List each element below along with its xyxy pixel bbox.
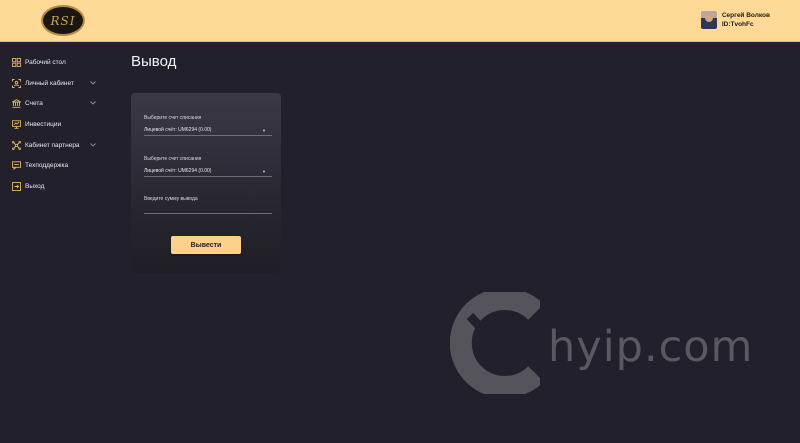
logo-monogram: RSI xyxy=(50,13,76,28)
sidebar-item-label: Инвестиции xyxy=(25,120,62,128)
user-focus-icon xyxy=(12,78,21,88)
page-title: Вывод xyxy=(131,53,177,70)
source-account-label: Выберите счет списания xyxy=(144,115,202,121)
sidebar-item-label: Личный кабинет xyxy=(25,79,74,87)
source-account-select[interactable]: Лицевой счёт: UM6294 (0.00) ▼ xyxy=(144,126,272,136)
monitor-chart-icon xyxy=(12,120,21,129)
sidebar-nav: Рабочий стол Личный кабинет Счета Инвест… xyxy=(0,52,110,197)
sidebar-item-logout[interactable]: Выход xyxy=(0,176,110,197)
user-info: Сергей Волков ID:TvohFc xyxy=(722,11,770,29)
sidebar-item-dashboard[interactable]: Рабочий стол xyxy=(0,52,110,73)
logout-icon xyxy=(12,182,21,191)
dropdown-caret-icon: ▼ xyxy=(262,128,266,133)
withdraw-form-card: Выберите счет списания Лицевой счёт: UM6… xyxy=(131,93,281,273)
user-name: Сергей Волков xyxy=(721,12,770,19)
chevron-down-icon[interactable] xyxy=(90,142,98,149)
target-account-label: Выберите счет списания xyxy=(144,156,202,162)
support-chat-icon xyxy=(12,161,21,171)
target-account-value: Лицевой счёт: UM6294 (0.00) xyxy=(144,168,212,174)
network-icon xyxy=(12,140,21,150)
source-account-value: Лицевой счёт: UM6294 (0.00) xyxy=(144,127,212,133)
sidebar-item-partner-cabinet[interactable]: Кабинет партнера xyxy=(0,135,110,156)
dashboard-grid-icon xyxy=(12,57,21,67)
sidebar-item-investments[interactable]: Инвестиции xyxy=(0,114,110,135)
sidebar-item-personal-account[interactable]: Личный кабинет xyxy=(0,73,110,94)
sidebar-item-label: Рабочий стол xyxy=(25,58,66,66)
sidebar-item-label: Техподдержка xyxy=(25,162,69,170)
top-header-bar: RSI Сергей Волков ID:TvohFc xyxy=(0,0,800,42)
sidebar-item-label: Кабинет партнера xyxy=(25,141,80,149)
withdraw-button[interactable]: Вывести xyxy=(171,236,241,254)
bank-icon xyxy=(12,99,21,108)
hyip-watermark-text: hyip.com xyxy=(548,322,754,372)
sidebar-item-support[interactable]: Техподдержка xyxy=(0,155,110,176)
chevron-down-icon[interactable] xyxy=(90,100,98,107)
sidebar-item-accounts[interactable]: Счета xyxy=(0,93,110,114)
amount-input[interactable] xyxy=(144,203,272,214)
user-profile[interactable]: Сергей Волков ID:TvohFc xyxy=(700,11,770,29)
hyip-watermark-logo-icon xyxy=(450,292,540,394)
chevron-down-icon[interactable] xyxy=(90,80,98,87)
brand-logo[interactable]: RSI xyxy=(41,5,85,36)
sidebar-item-label: Счета xyxy=(25,100,43,108)
dropdown-caret-icon: ▼ xyxy=(262,169,266,174)
sidebar-item-label: Выход xyxy=(25,182,45,190)
avatar[interactable] xyxy=(700,11,717,29)
user-id: ID:TvohFc xyxy=(721,21,754,28)
target-account-select[interactable]: Лицевой счёт: UM6294 (0.00) ▼ xyxy=(144,167,272,177)
amount-label: Введите сумму вывода xyxy=(144,196,198,202)
